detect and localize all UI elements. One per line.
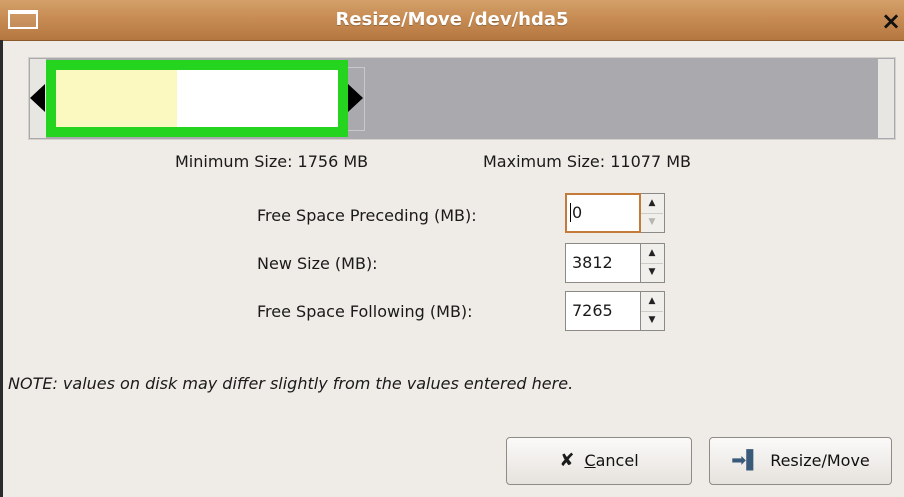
cancel-x-icon: ✘ xyxy=(559,450,575,471)
cancel-button[interactable]: ✘ Cancel xyxy=(506,437,692,485)
increment-arrow-icon[interactable]: ▲ xyxy=(641,244,663,264)
title-bar[interactable]: Resize/Move /dev/hda5 × xyxy=(0,0,904,41)
resize-handle-left-icon[interactable] xyxy=(30,84,45,112)
partition-map-right-margin xyxy=(878,59,894,138)
decrement-arrow-icon[interactable]: ▼ xyxy=(641,263,663,282)
cancel-button-label: ancel xyxy=(595,451,639,470)
free-space-following-input[interactable]: 7265 xyxy=(565,291,641,331)
maximum-size-label: Maximum Size: 11077 MB xyxy=(483,152,692,171)
new-size-input[interactable]: 3812 xyxy=(565,243,641,283)
window-border xyxy=(0,40,3,497)
cancel-mnemonic: C xyxy=(584,451,596,470)
partition-block[interactable] xyxy=(46,60,348,137)
close-icon[interactable]: × xyxy=(878,8,904,34)
free-space-following-spinner[interactable]: 7265 ▲ ▼ xyxy=(565,291,665,331)
resize-arrow-icon: ➡▌ xyxy=(731,450,761,471)
disk-values-note: NOTE: values on disk may differ slightly… xyxy=(8,374,574,393)
free-space-preceding-input[interactable]: 0 xyxy=(565,193,641,233)
minimum-size-label: Minimum Size: 1756 MB xyxy=(175,152,369,171)
decrement-arrow-icon[interactable]: ▼ xyxy=(641,213,663,232)
resize-move-button-label: Resize/Move xyxy=(770,451,870,470)
used-space-bar xyxy=(56,70,178,127)
new-size-spinner[interactable]: 3812 ▲ ▼ xyxy=(565,243,665,283)
new-size-label: New Size (MB): xyxy=(257,254,378,273)
resize-handle-right-icon[interactable] xyxy=(348,84,363,112)
resize-move-button[interactable]: ➡▌ Resize/Move xyxy=(709,437,892,485)
increment-arrow-icon[interactable]: ▲ xyxy=(641,194,663,214)
increment-arrow-icon[interactable]: ▲ xyxy=(641,292,663,312)
decrement-arrow-icon[interactable]: ▼ xyxy=(641,311,663,330)
free-space-preceding-spinner[interactable]: 0 ▲ ▼ xyxy=(565,193,665,233)
free-space-preceding-label: Free Space Preceding (MB): xyxy=(257,206,477,225)
window-title: Resize/Move /dev/hda5 xyxy=(335,9,569,30)
free-space-following-label: Free Space Following (MB): xyxy=(257,302,473,321)
